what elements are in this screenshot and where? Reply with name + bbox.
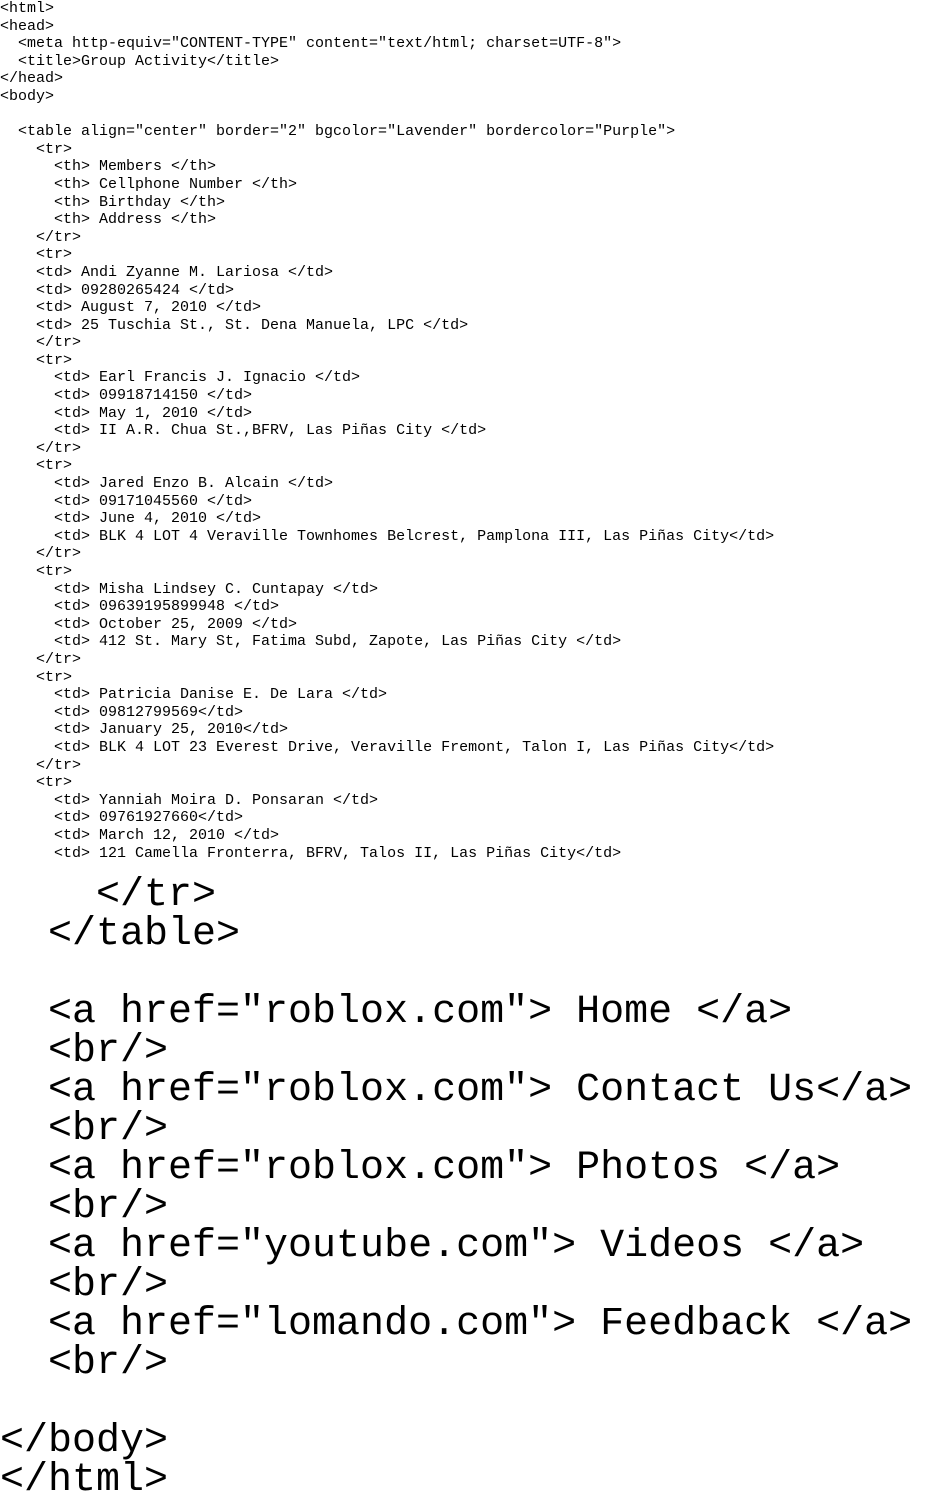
code-line: <br/>	[0, 1029, 169, 1074]
code-line: <head>	[0, 17, 55, 35]
code-line: <td> BLK 4 LOT 4 Veraville Townhomes Bel…	[0, 527, 775, 545]
code-line: <a href="youtube.com"> Videos </a>	[0, 1224, 865, 1269]
code-line: <td> Misha Lindsey C. Cuntapay </td>	[0, 580, 379, 598]
code-line: <td> 09761927660</td>	[0, 809, 244, 827]
code-line: <tr>	[0, 457, 73, 475]
code-line: </tr>	[0, 334, 82, 352]
code-line: <th> Address </th>	[0, 211, 217, 229]
code-line: <td> January 25, 2010</td>	[0, 721, 289, 739]
code-line: <body>	[0, 87, 55, 105]
code-line: <br/>	[0, 1185, 169, 1230]
code-line: </tr>	[0, 650, 82, 668]
code-line: <a href="roblox.com"> Photos </a>	[0, 1146, 841, 1191]
code-line: </table>	[0, 912, 241, 957]
code-line: <td> BLK 4 LOT 23 Everest Drive, Veravil…	[0, 738, 775, 756]
code-line: <td> Andi Zyanne M. Lariosa </td>	[0, 263, 334, 281]
code-line: <html>	[0, 0, 55, 17]
code-line: <td> March 12, 2010 </td>	[0, 826, 280, 844]
code-line: <td> Yanniah Moira D. Ponsaran </td>	[0, 791, 379, 809]
code-line: <td> October 25, 2009 </td>	[0, 615, 298, 633]
code-line: <tr>	[0, 774, 73, 792]
code-line: <tr>	[0, 563, 73, 580]
code-line: <tr>	[0, 246, 73, 264]
code-line: <td> II A.R. Chua St.,BFRV, Las Piñas Ci…	[0, 422, 487, 440]
code-line: <tr>	[0, 351, 73, 369]
code-line: </tr>	[0, 439, 82, 457]
code-line: <title>Group Activity</title>	[0, 52, 280, 70]
code-line: <br/>	[0, 1341, 169, 1386]
code-line: <a href="lomando.com"> Feedback </a>	[0, 1302, 913, 1347]
code-line: <tr>	[0, 668, 73, 686]
code-line: </body>	[0, 1419, 169, 1464]
code-line: <th> Birthday </th>	[0, 193, 226, 211]
code-line: <td> August 7, 2010 </td>	[0, 299, 262, 317]
code-line: <td> 412 St. Mary St, Fatima Subd, Zapot…	[0, 633, 622, 651]
code-line: <table align="center" border="2" bgcolor…	[0, 123, 676, 141]
code-line: <a href="roblox.com"> Home </a>	[0, 990, 793, 1035]
code-line: <th> Members </th>	[0, 158, 217, 176]
code-line: <td> 09812799569</td>	[0, 703, 244, 721]
code-line: <td> 09639195899948 </td>	[0, 598, 280, 616]
code-line: <td> 25 Tuschia St., St. Dena Manuela, L…	[0, 316, 469, 334]
code-line: <td> 09918714150 </td>	[0, 387, 253, 405]
code-line: <td> 09280265424 </td>	[0, 281, 235, 299]
code-line: <td> 121 Camella Fronterra, BFRV, Talos …	[0, 844, 622, 862]
code-line: </tr>	[0, 756, 82, 774]
code-line: <th> Cellphone Number </th>	[0, 175, 298, 193]
code-line: </tr>	[0, 228, 82, 246]
code-line: </head>	[0, 70, 64, 88]
code-listing-bottom-zoomed: </tr> </table> <a href="roblox.com"> Hom…	[0, 873, 913, 1503]
code-line: <td> June 4, 2010 </td>	[0, 510, 262, 528]
code-line: <td> Jared Enzo B. Alcain </td>	[0, 475, 334, 493]
code-line: <br/>	[0, 1263, 169, 1308]
code-line: <td> May 1, 2010 </td>	[0, 404, 253, 422]
code-line: <td> Patricia Danise E. De Lara </td>	[0, 686, 388, 704]
code-line: <meta http-equiv="CONTENT-TYPE" content=…	[0, 35, 622, 53]
code-line: <td> Earl Francis J. Ignacio </td>	[0, 369, 361, 387]
code-line: </html>	[0, 1458, 169, 1503]
code-line: <tr>	[0, 140, 73, 158]
code-listing-top: <html> <head> <meta http-equiv="CONTENT-T…	[0, 0, 774, 862]
code-line: <td> 09171045560 </td>	[0, 492, 253, 510]
code-line: <a href="roblox.com"> Contact Us</a>	[0, 1068, 913, 1113]
code-line: </tr>	[0, 873, 217, 918]
code-line: </tr>	[0, 545, 82, 563]
code-line: <br/>	[0, 1107, 169, 1152]
